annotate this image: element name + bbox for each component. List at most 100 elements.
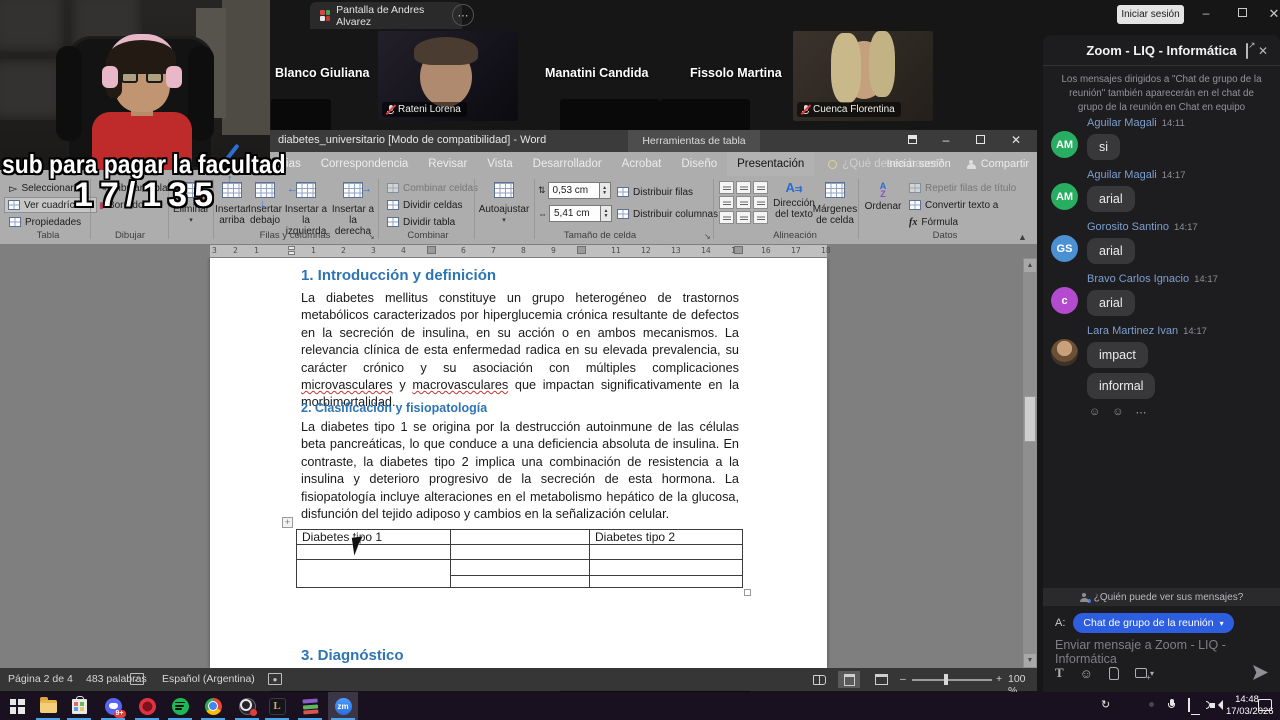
align-cell-button[interactable] bbox=[719, 181, 734, 194]
align-cell-button[interactable] bbox=[719, 196, 734, 209]
word-restore-button[interactable] bbox=[967, 133, 993, 147]
print-layout-button[interactable] bbox=[838, 671, 860, 688]
tab-more-button[interactable]: ⋯ bbox=[452, 4, 474, 26]
dialog-launcher-icon[interactable]: ↘ bbox=[704, 232, 713, 241]
distribute-rows-button[interactable]: Distribuir filas bbox=[614, 184, 696, 200]
align-cell-button[interactable] bbox=[736, 211, 751, 224]
repeat-header-rows-button[interactable]: Repetir filas de título bbox=[906, 180, 1019, 196]
word-signin-link[interactable]: Iniciar sesión bbox=[887, 158, 951, 170]
table-cell[interactable] bbox=[589, 544, 743, 560]
taskbar-icon-winrar[interactable] bbox=[295, 692, 325, 720]
taskbar-icon-zoom[interactable]: zm bbox=[328, 692, 358, 720]
taskbar-icon-discord[interactable]: 9+ bbox=[98, 692, 128, 720]
proofing-icon[interactable]: ✓ bbox=[130, 673, 144, 685]
align-cell-button[interactable] bbox=[719, 211, 734, 224]
taskbar-icon-spotify[interactable] bbox=[165, 692, 195, 720]
collapse-ribbon-icon[interactable]: ▲ bbox=[1018, 232, 1027, 242]
chat-bubble[interactable]: arial bbox=[1087, 290, 1135, 316]
tray-restore-icon[interactable]: ↻ bbox=[1101, 698, 1110, 711]
chat-popout-icon[interactable] bbox=[1246, 43, 1248, 59]
table-cell[interactable] bbox=[589, 575, 743, 588]
chat-bubble[interactable]: arial bbox=[1087, 186, 1135, 212]
send-icon[interactable] bbox=[1253, 665, 1268, 680]
chat-more-icon[interactable]: ⋯ bbox=[1214, 44, 1226, 58]
macro-record-icon[interactable]: ● bbox=[268, 673, 282, 685]
table-column-marker[interactable] bbox=[427, 246, 436, 254]
sort-button[interactable]: AZ Ordenar bbox=[862, 179, 904, 241]
table-cell[interactable]: Diabetes tipo 2 bbox=[589, 529, 743, 545]
taskbar-icon-obs-studio[interactable] bbox=[232, 692, 262, 720]
table-column-marker[interactable] bbox=[577, 246, 586, 254]
taskbar-icon-start[interactable] bbox=[2, 692, 32, 720]
document-page[interactable]: 1. Introducción y definición La diabetes… bbox=[210, 258, 827, 668]
tab-desarrollador[interactable]: Desarrollador bbox=[523, 152, 612, 176]
word-close-button[interactable]: ✕ bbox=[1003, 133, 1029, 147]
row-height-field[interactable]: ⇅ 0,53 cm ▲ ▼ bbox=[538, 182, 611, 199]
tab-acrobat[interactable]: Acrobat bbox=[612, 152, 672, 176]
emoji-icon[interactable]: ☺ bbox=[1080, 666, 1093, 681]
formula-button[interactable]: fx Fórmula bbox=[906, 214, 961, 230]
table-cell[interactable] bbox=[296, 559, 451, 588]
align-cell-button[interactable] bbox=[753, 211, 768, 224]
tab-vista[interactable]: Vista bbox=[477, 152, 522, 176]
split-cells-button[interactable]: Dividir celdas bbox=[384, 197, 465, 213]
add-reaction-icon[interactable]: ☺ bbox=[1089, 406, 1100, 419]
chat-close-icon[interactable]: ✕ bbox=[1258, 44, 1268, 58]
emoji-reaction-icon[interactable]: ☺ bbox=[1112, 406, 1123, 419]
taskbar-icon-file-explorer[interactable] bbox=[33, 692, 63, 720]
table-column-marker[interactable] bbox=[734, 246, 743, 254]
tab-presentacion[interactable]: Presentación bbox=[727, 152, 815, 176]
attach-file-icon[interactable] bbox=[1108, 666, 1119, 680]
scrollbar-thumb[interactable] bbox=[1024, 396, 1036, 442]
zoom-maximize-button[interactable] bbox=[1232, 6, 1252, 20]
indent-marker[interactable] bbox=[288, 246, 295, 250]
distribute-columns-button[interactable]: Distribuir columnas bbox=[614, 206, 721, 222]
properties-button[interactable]: Propiedades bbox=[6, 214, 84, 230]
table-cell[interactable]: Diabetes tipo 1 bbox=[296, 529, 451, 545]
align-cell-button[interactable] bbox=[736, 196, 751, 209]
table-cell[interactable] bbox=[450, 544, 590, 560]
web-layout-button[interactable] bbox=[870, 671, 892, 688]
chat-bubble[interactable]: impact bbox=[1087, 342, 1148, 368]
indent-marker[interactable] bbox=[288, 251, 295, 255]
chat-input[interactable]: Enviar mensaje a Zoom - LIQ - Informátic… bbox=[1055, 638, 1268, 666]
who-can-see-bar[interactable]: ¿Quién puede ver sus mensajes? bbox=[1043, 588, 1280, 606]
language-indicator[interactable]: Español (Argentina) bbox=[162, 673, 255, 685]
align-cell-button[interactable] bbox=[753, 196, 768, 209]
dialog-launcher-icon[interactable]: ↘ bbox=[368, 232, 377, 241]
ribbon-display-options-icon[interactable] bbox=[899, 133, 925, 147]
table-cell[interactable] bbox=[450, 575, 590, 588]
taskbar-icon-chrome[interactable] bbox=[198, 692, 228, 720]
read-mode-button[interactable] bbox=[808, 671, 830, 688]
word-minimize-button[interactable]: – bbox=[933, 133, 959, 147]
insert-above-button[interactable]: ↑ Insertar arriba bbox=[215, 174, 249, 241]
align-cell-button[interactable] bbox=[736, 181, 751, 194]
table-move-handle[interactable]: + bbox=[282, 517, 293, 528]
share-button[interactable]: Compartir bbox=[966, 158, 1029, 170]
zoom-slider[interactable] bbox=[912, 679, 992, 681]
scroll-down-icon[interactable]: ▼ bbox=[1024, 654, 1036, 667]
table-cell[interactable] bbox=[589, 559, 743, 576]
taskbar-icon-microsoft-store[interactable] bbox=[64, 692, 94, 720]
screenshot-icon[interactable]: ▾ bbox=[1134, 668, 1154, 682]
action-center-icon[interactable] bbox=[1258, 699, 1272, 711]
chat-bubble[interactable]: si bbox=[1087, 134, 1121, 160]
participant-video[interactable]: Rateni Lorena bbox=[378, 31, 518, 121]
chat-bubble[interactable]: informal bbox=[1087, 373, 1156, 399]
zoom-slider-thumb[interactable] bbox=[944, 674, 948, 685]
select-button[interactable]: ▻ Seleccionar ▾ bbox=[6, 180, 84, 196]
table-cell[interactable] bbox=[296, 544, 451, 560]
ruler[interactable]: L 321123467891112131415161718 bbox=[0, 244, 1037, 258]
autofit-button[interactable]: Autoajustar ▾ bbox=[477, 179, 531, 241]
column-width-field[interactable]: ⇔ 5,41 cm ▲ ▼ bbox=[538, 205, 612, 222]
tab-revisar[interactable]: Revisar bbox=[418, 152, 477, 176]
table-cell[interactable] bbox=[450, 529, 590, 545]
chat-recipient-dropdown[interactable]: Chat de grupo de la reunión ▾ bbox=[1073, 613, 1234, 633]
table-cell[interactable] bbox=[450, 559, 590, 576]
tab-correspondencia[interactable]: Correspondencia bbox=[311, 152, 419, 176]
tray-network-icon[interactable] bbox=[1188, 698, 1190, 712]
vertical-scrollbar[interactable]: ▲ ▼ bbox=[1023, 258, 1037, 668]
zoom-out-icon[interactable]: – bbox=[900, 673, 906, 685]
convert-to-text-button[interactable]: Convertir texto a bbox=[906, 197, 1001, 213]
tab-diseno[interactable]: Diseño bbox=[671, 152, 727, 176]
